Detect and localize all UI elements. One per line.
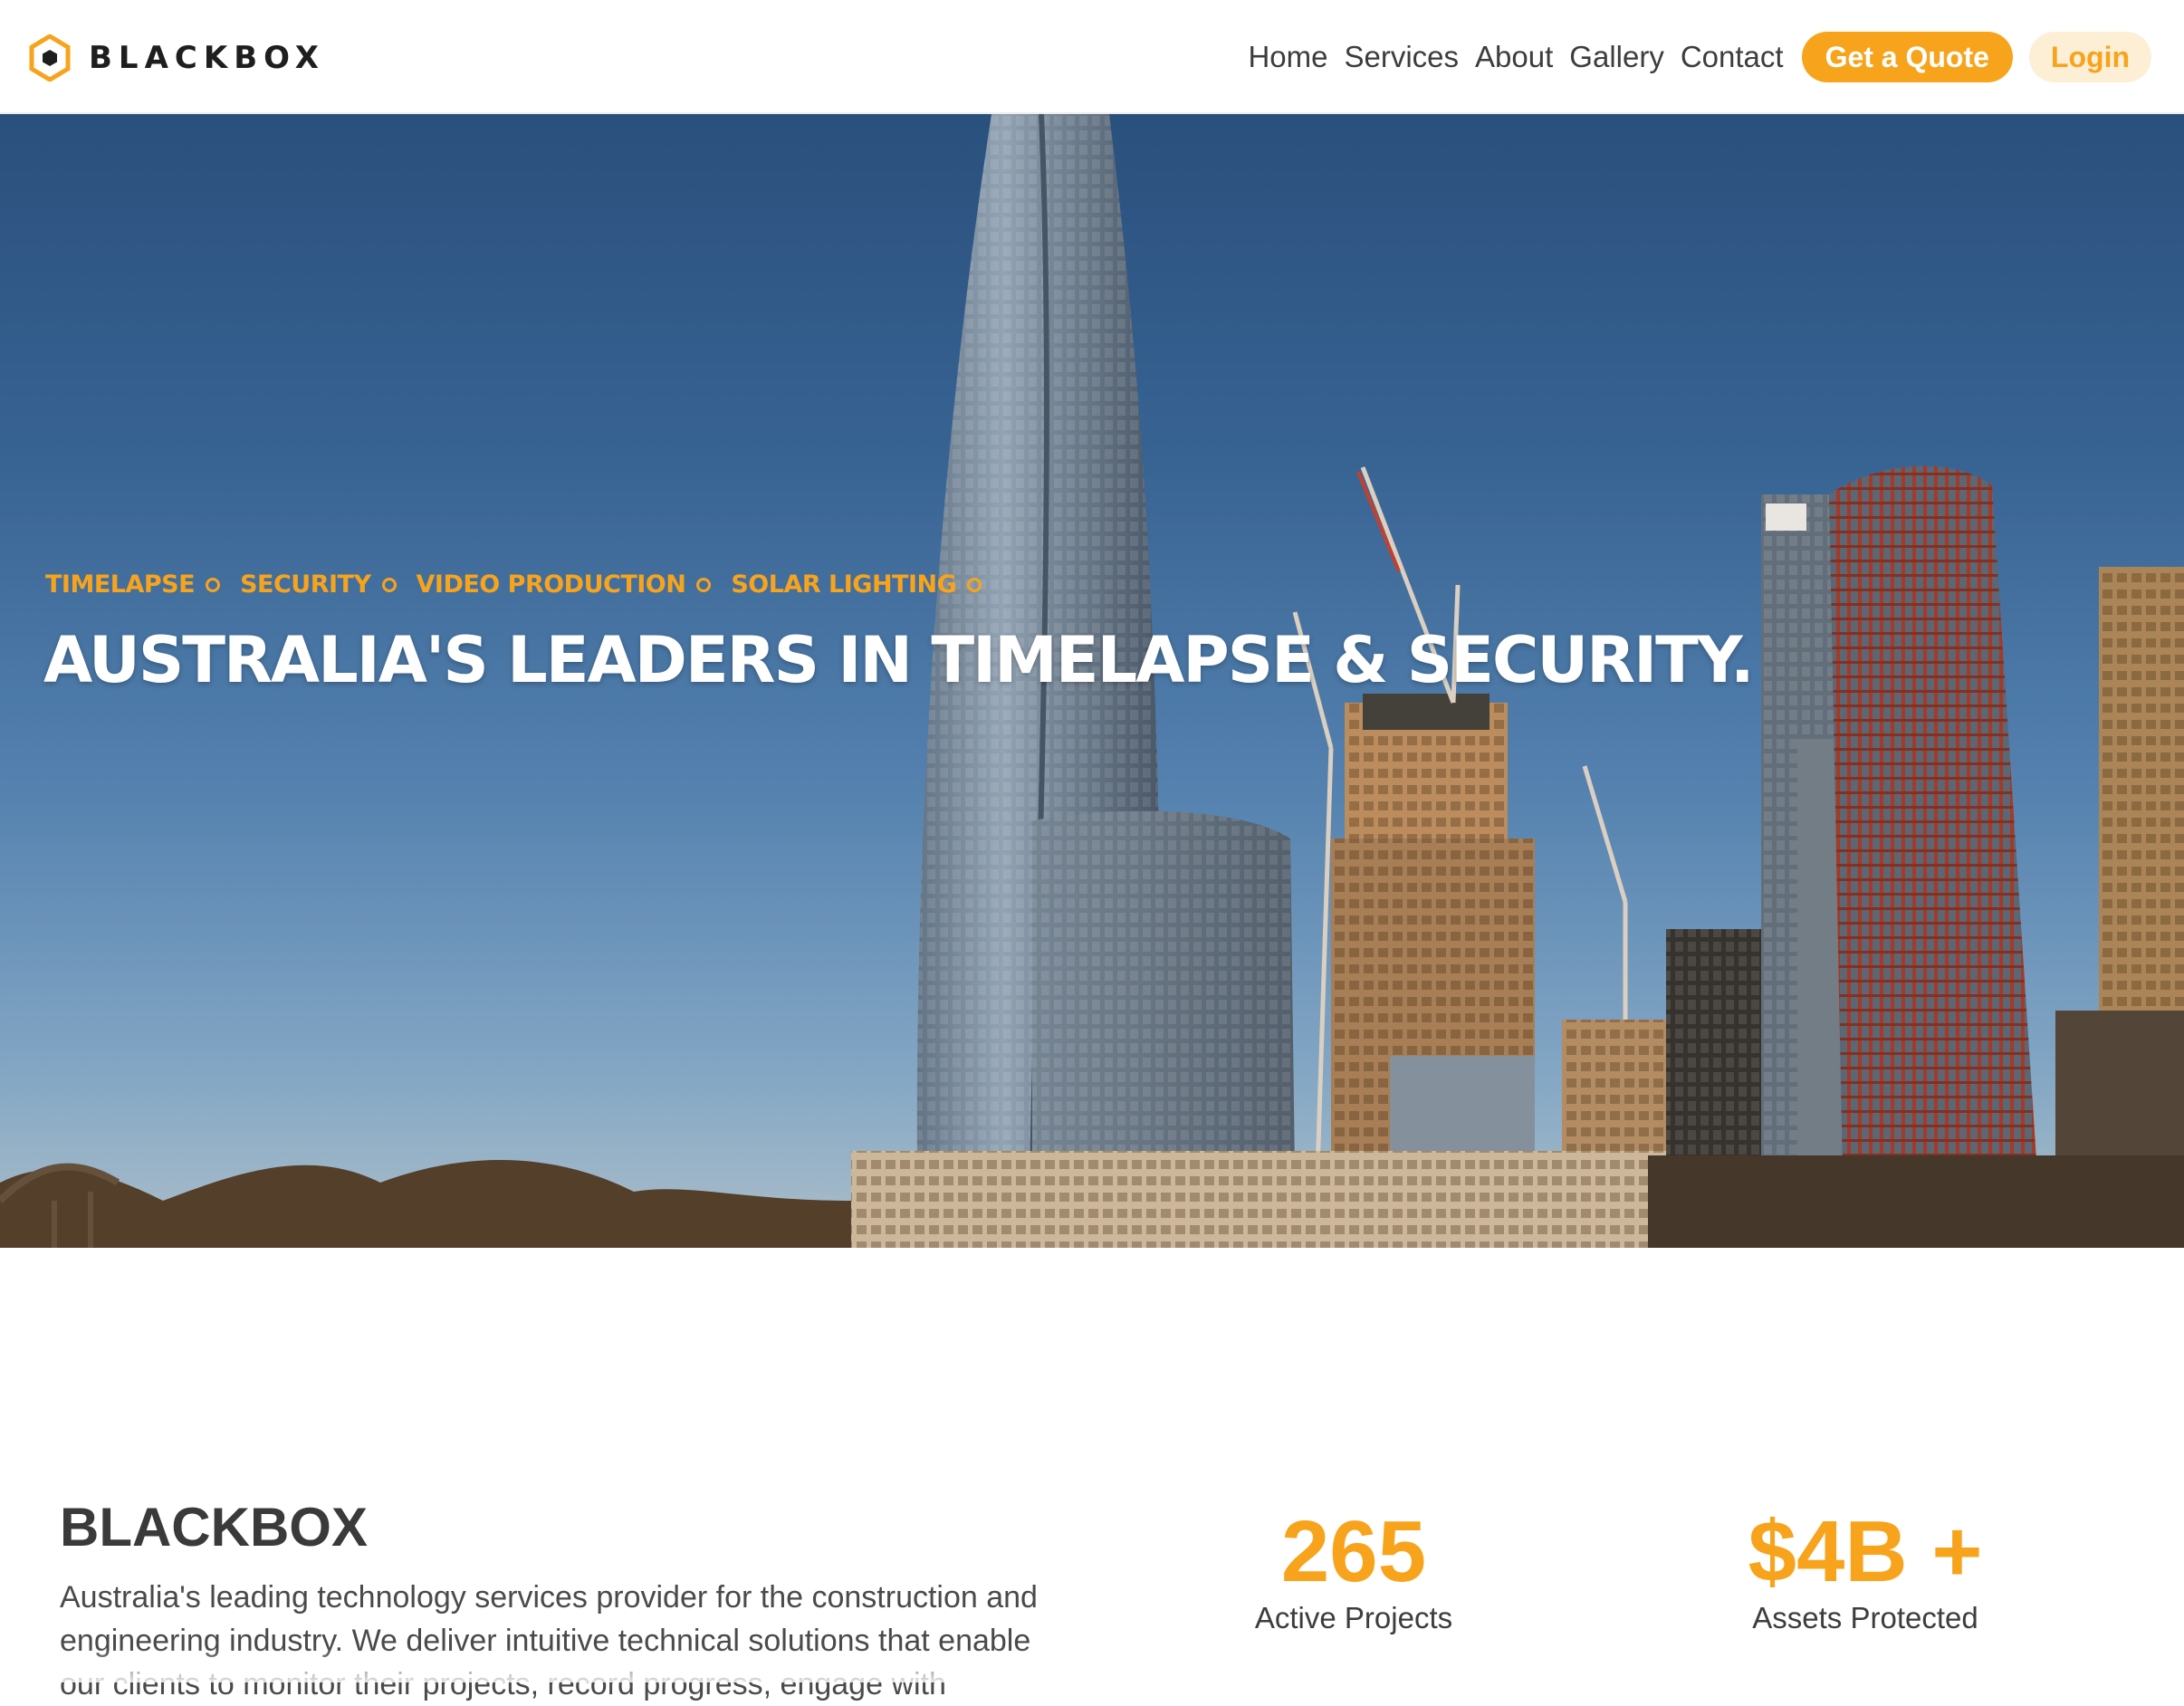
main-nav: Home Services About Gallery Contact Get … — [1248, 31, 2151, 83]
tag-security: SECURITY — [240, 570, 371, 599]
hexagon-logo-icon — [29, 34, 71, 81]
nav-services-link[interactable]: Services — [1345, 40, 1460, 74]
bullet-dot-icon — [967, 577, 982, 592]
stat-value: 265 — [1280, 1503, 1427, 1600]
about-title: BLACKBOX — [60, 1497, 368, 1557]
nav-home-link[interactable]: Home — [1248, 40, 1327, 74]
bullet-dot-icon — [206, 577, 221, 592]
hero-headline: AUSTRALIA'S LEADERS IN TIMELAPSE & SECUR… — [43, 623, 1755, 697]
get-a-quote-button[interactable]: Get a Quote — [1801, 32, 2013, 82]
tag-timelapse: TIMELAPSE — [45, 570, 196, 599]
stat-value: $4B + — [1748, 1503, 1983, 1600]
hero-service-tags: TIMELAPSE SECURITY VIDEO PRODUCTION SOLA… — [45, 570, 1001, 599]
nav-about-link[interactable]: About — [1475, 40, 1553, 74]
nav-gallery-link[interactable]: Gallery — [1569, 40, 1664, 74]
bullet-dot-icon — [696, 577, 712, 592]
logo[interactable]: BLACKBOX — [29, 33, 325, 83]
logo-text: BLACKBOX — [89, 40, 326, 76]
stat-label: Active Projects — [1254, 1601, 1453, 1634]
nav-contact-link[interactable]: Contact — [1681, 40, 1784, 74]
login-button[interactable]: Login — [2028, 32, 2151, 82]
about-description: Australia's leading technology services … — [60, 1580, 1038, 1701]
stat-label: Assets Protected — [1752, 1601, 1978, 1634]
site-header: BLACKBOX Home Services About Gallery Con… — [0, 0, 2184, 114]
hero-section: TIMELAPSE SECURITY VIDEO PRODUCTION SOLA… — [0, 114, 2184, 1248]
bottom-fade-overlay — [0, 1648, 2184, 1682]
tag-video-production: VIDEO PRODUCTION — [416, 570, 686, 599]
bullet-dot-icon — [381, 577, 397, 592]
stat-active-projects: 265 Active Projects — [1231, 1507, 1476, 1635]
stat-assets-protected: $4B + Assets Protected — [1702, 1507, 2028, 1635]
tag-solar-lighting: SOLAR LIGHTING — [731, 570, 957, 599]
